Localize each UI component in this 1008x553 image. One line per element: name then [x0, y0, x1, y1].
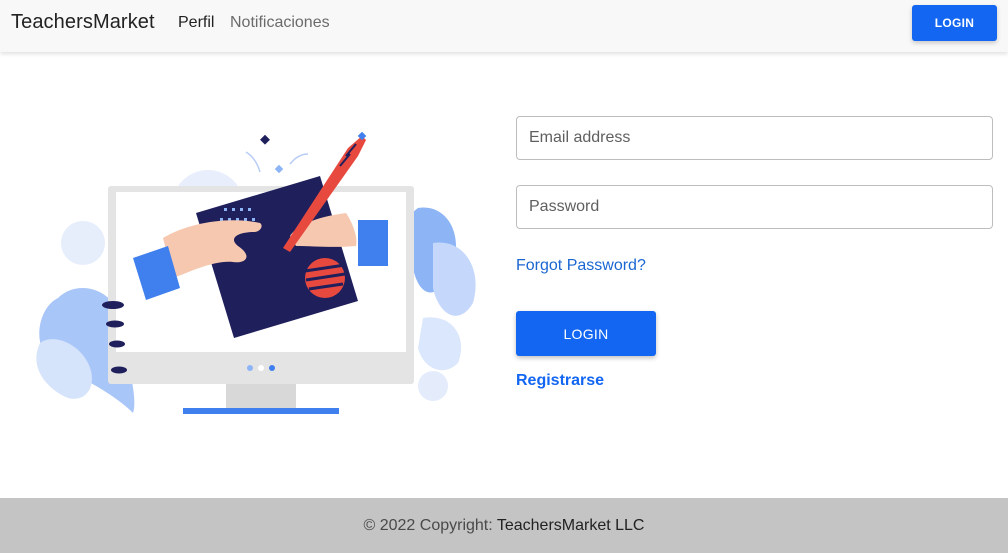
navbar: TeachersMarket Perfil Notificaciones LOG…	[0, 0, 1008, 52]
navbar-login-button[interactable]: LOGIN	[912, 5, 997, 41]
sparkle-arc-2	[289, 153, 309, 165]
sparkle-navy	[260, 134, 270, 145]
footer-owner-link[interactable]: TeachersMarket LLC	[497, 517, 645, 534]
login-button[interactable]: LOGIN	[516, 311, 656, 356]
monitor-dot-3	[269, 365, 275, 371]
sparkle-blue	[274, 164, 284, 174]
computer-illustration	[28, 128, 488, 418]
brand-link[interactable]: TeachersMarket	[11, 11, 155, 34]
right-sleeve	[358, 220, 388, 266]
monitor-dot-1	[247, 365, 253, 371]
password-field[interactable]	[516, 185, 993, 229]
footer-copyright-prefix: © 2022 Copyright:	[363, 517, 497, 534]
monitor-dot-2	[258, 365, 264, 371]
monitor-stand	[226, 384, 296, 410]
email-field[interactable]	[516, 116, 993, 160]
nav-link-perfil[interactable]: Perfil	[178, 14, 214, 32]
computer-illustration-svg	[36, 131, 476, 414]
leaf-right-2	[433, 242, 476, 316]
register-link[interactable]: Registrarse	[516, 372, 604, 390]
leaf-round-left	[61, 221, 105, 265]
leaf-round-right	[418, 371, 448, 401]
forgot-password-link[interactable]: Forgot Password?	[516, 257, 646, 275]
monitor-base	[183, 408, 339, 414]
nav-link-notificaciones[interactable]: Notificaciones	[230, 14, 330, 32]
leaf-right-3	[418, 317, 462, 371]
sparkle-arc-1	[245, 151, 261, 173]
footer: © 2022 Copyright: TeachersMarket LLC	[0, 498, 1008, 553]
